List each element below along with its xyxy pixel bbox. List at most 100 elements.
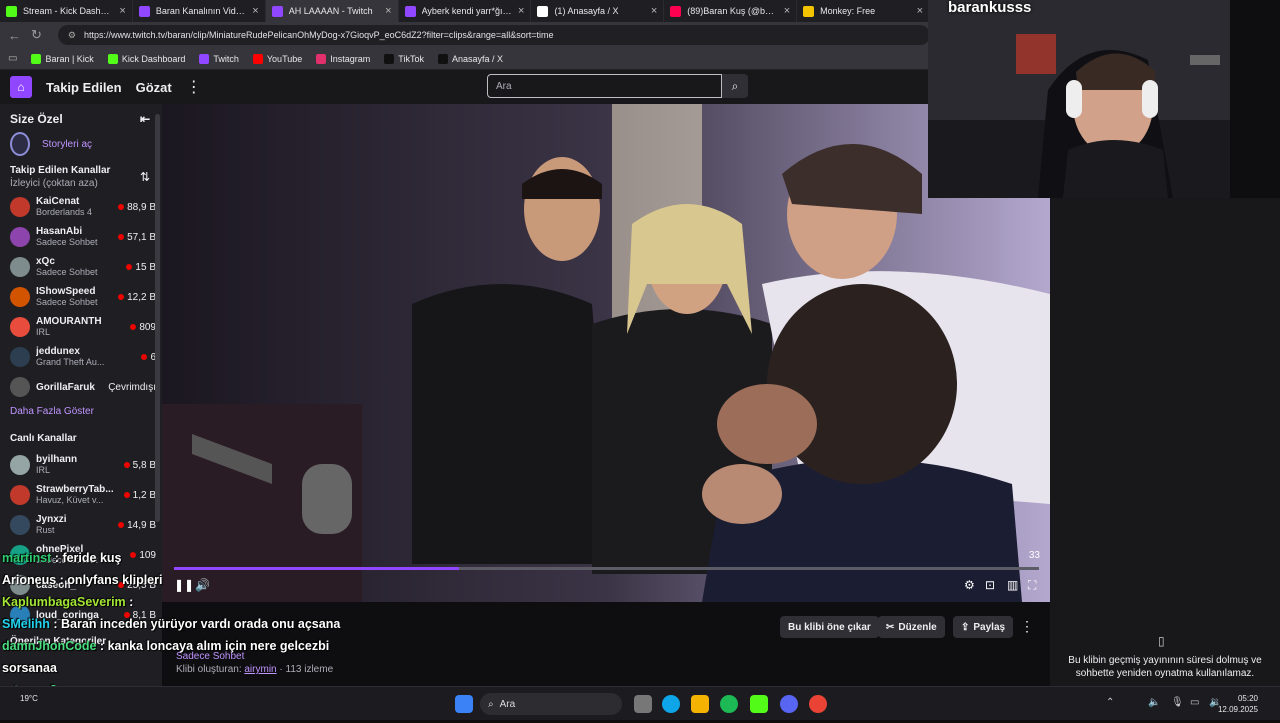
sidebar-channel-row[interactable]: jeddunex Grand Theft Au... 6	[0, 342, 162, 372]
tray-display-icon[interactable]: ▭	[1190, 697, 1199, 708]
tab-close-icon[interactable]: ×	[385, 5, 391, 17]
stories-row[interactable]: Storyleri aç	[0, 130, 162, 158]
share-button[interactable]: ⇪ Paylaş	[953, 616, 1014, 638]
tab-favicon-icon	[6, 5, 17, 17]
theatre-mode-icon[interactable]: ▥	[1007, 578, 1018, 592]
task-view-icon[interactable]	[634, 695, 652, 713]
chat-text: onlyfans klipleri	[67, 573, 163, 587]
chat-separator: :	[49, 617, 62, 631]
bookmark-favicon-icon	[252, 53, 263, 64]
tab-close-icon[interactable]: ×	[518, 5, 524, 17]
sidebar-title: Size Özel	[10, 112, 63, 126]
back-icon[interactable]: ←	[8, 28, 21, 43]
chat-text: sorsanaa	[2, 661, 57, 675]
spotify-icon[interactable]	[720, 695, 738, 713]
search-button[interactable]: ⌕	[722, 74, 748, 98]
nav-browse[interactable]: Gözat	[136, 80, 172, 95]
bookmark-item[interactable]: YouTube	[252, 53, 302, 64]
collapse-sidebar-icon[interactable]: ⇤	[140, 112, 150, 126]
tab-close-icon[interactable]: ×	[252, 5, 258, 17]
sidebar-channel-row[interactable]: Jynxzi Rust 14,9 B	[0, 510, 162, 540]
bookmark-item[interactable]: Twitch	[199, 53, 239, 64]
browser-tab[interactable]: AH LAAAAN - Twitch ×	[265, 0, 399, 22]
channel-avatar	[10, 227, 30, 247]
chat-username: Arioneus	[2, 573, 57, 587]
sort-toggle-icon[interactable]: ⇅	[140, 170, 150, 184]
live-indicator-icon	[118, 204, 125, 210]
bookmark-item[interactable]: Kick Dashboard	[107, 53, 185, 64]
sidebar-channel-row[interactable]: AMOURANTH IRL 809	[0, 312, 162, 342]
sidebar-channel-row[interactable]: byilhann IRL 5,8 B	[0, 450, 162, 480]
bookmarks-menu-icon[interactable]: ▭	[8, 53, 17, 64]
sidebar-channel-row[interactable]: HasanAbi Sadece Sohbet 57,1 B	[0, 222, 162, 252]
edge-icon[interactable]	[662, 695, 680, 713]
bookmark-item[interactable]: Anasayfa / X	[437, 53, 503, 64]
browser-tab[interactable]: (89)Baran Kuş (@baranku ×	[664, 0, 798, 22]
more-options-icon[interactable]: ⋮	[186, 77, 202, 97]
twitch-logo-icon[interactable]: ⌂	[10, 76, 32, 98]
feature-clip-button[interactable]: Bu klibi öne çıkar	[780, 616, 879, 638]
system-clock[interactable]: 05:20 12.09.2025	[1218, 693, 1258, 715]
bookmark-item[interactable]: TikTok	[384, 53, 424, 64]
file-explorer-icon[interactable]	[691, 695, 709, 713]
chat-message: SMelihh : Baran inceden yürüyor vardı or…	[2, 613, 362, 635]
viewer-count: 88,9 B	[127, 201, 156, 213]
tray-chevron-icon[interactable]: ⌃	[1106, 697, 1114, 708]
bookmark-label: Instagram	[330, 53, 371, 64]
channel-name: KaiCenat	[36, 196, 80, 207]
taskbar-search-icon: ⌕	[488, 698, 494, 710]
clip-more-icon[interactable]: ⋮	[1020, 618, 1034, 635]
weather-widget[interactable]: 19°C	[20, 694, 38, 703]
taskbar-search[interactable]: ⌕ Ara	[480, 693, 622, 715]
browser-tab[interactable]: Baran Kanalının Videoları - ×	[133, 0, 266, 22]
sidebar-scrollbar[interactable]	[155, 114, 160, 522]
sidebar-channel-row[interactable]: StrawberryTab... Havuz, Küvet v... 1,2 B	[0, 480, 162, 510]
chrome-icon[interactable]	[809, 695, 827, 713]
kick-app-icon[interactable]	[750, 695, 768, 713]
tab-title: Monkey: Free	[820, 6, 876, 16]
reload-icon[interactable]: ↻	[31, 27, 42, 43]
nav-following[interactable]: Takip Edilen	[46, 80, 122, 95]
tab-title: Stream - Kick Dashboard	[23, 6, 113, 16]
chat-text: Baran inceden yürüyor vardı orada onu aç…	[61, 617, 341, 631]
tab-close-icon[interactable]: ×	[119, 5, 125, 17]
sidebar-channel-row[interactable]: IShowSpeed Sadece Sohbet 12,2 B	[0, 282, 162, 312]
video-player[interactable]: 33 ❚❚ 🔊 ⚙ ⊡ ▥ ⛶	[162, 104, 1050, 602]
search-input[interactable]: Ara	[487, 74, 722, 98]
sidebar-channel-row[interactable]: KaiCenat Borderlands 4 88,9 B	[0, 192, 162, 222]
sidebar-channel-row[interactable]: xQc Sadece Sohbet 15 B	[0, 252, 162, 282]
browser-tab[interactable]: Ayberk kendi yarr*ğına tak ×	[399, 0, 532, 22]
show-more-link[interactable]: Daha Fazla Göster	[0, 402, 162, 427]
stories-link[interactable]: Storyleri aç	[42, 139, 92, 150]
settings-icon[interactable]: ⚙	[964, 578, 975, 592]
tab-title: (89)Baran Kuş (@baranku	[687, 6, 778, 16]
cast-icon[interactable]: ⊡	[985, 578, 995, 592]
offline-channel-row[interactable]: GorillaFaruk Çevrimdışı	[0, 372, 162, 402]
tab-close-icon[interactable]: ×	[917, 5, 923, 17]
bookmark-favicon-icon	[199, 53, 210, 64]
browser-tab[interactable]: Monkey: Free ×	[797, 0, 931, 22]
channel-category: Sadece Sohbet	[36, 237, 98, 247]
live-indicator-icon	[118, 234, 125, 240]
channel-viewers: 14,9 B	[118, 520, 156, 531]
tray-speaker-icon[interactable]: 🔈	[1148, 697, 1160, 708]
bookmark-item[interactable]: Instagram	[316, 53, 371, 64]
browser-tab[interactable]: (1) Anasayfa / X ×	[531, 0, 665, 22]
time-remaining: 33	[1028, 550, 1040, 561]
discord-icon[interactable]	[780, 695, 798, 713]
bookmark-item[interactable]: Baran | Kick	[31, 53, 94, 64]
fullscreen-icon[interactable]: ⛶	[1028, 578, 1036, 593]
channel-category: Grand Theft Au...	[36, 357, 105, 367]
browser-tab[interactable]: Stream - Kick Dashboard ×	[0, 0, 133, 22]
channel-avatar	[10, 485, 30, 505]
start-icon[interactable]	[455, 695, 473, 713]
live-indicator-icon	[130, 324, 137, 330]
channel-name: byilhann	[36, 454, 78, 465]
edit-button[interactable]: ✂ Düzenle	[878, 616, 945, 638]
tray-mic-icon[interactable]: 🎙	[1171, 697, 1184, 708]
tab-close-icon[interactable]: ×	[651, 5, 657, 17]
tab-close-icon[interactable]: ×	[784, 5, 790, 17]
chat-text: feride kuş	[62, 551, 122, 565]
url-field[interactable]: ⚙ https://www.twitch.tv/baran/clip/Minia…	[57, 25, 930, 45]
site-info-icon[interactable]: ⚙	[68, 30, 76, 41]
